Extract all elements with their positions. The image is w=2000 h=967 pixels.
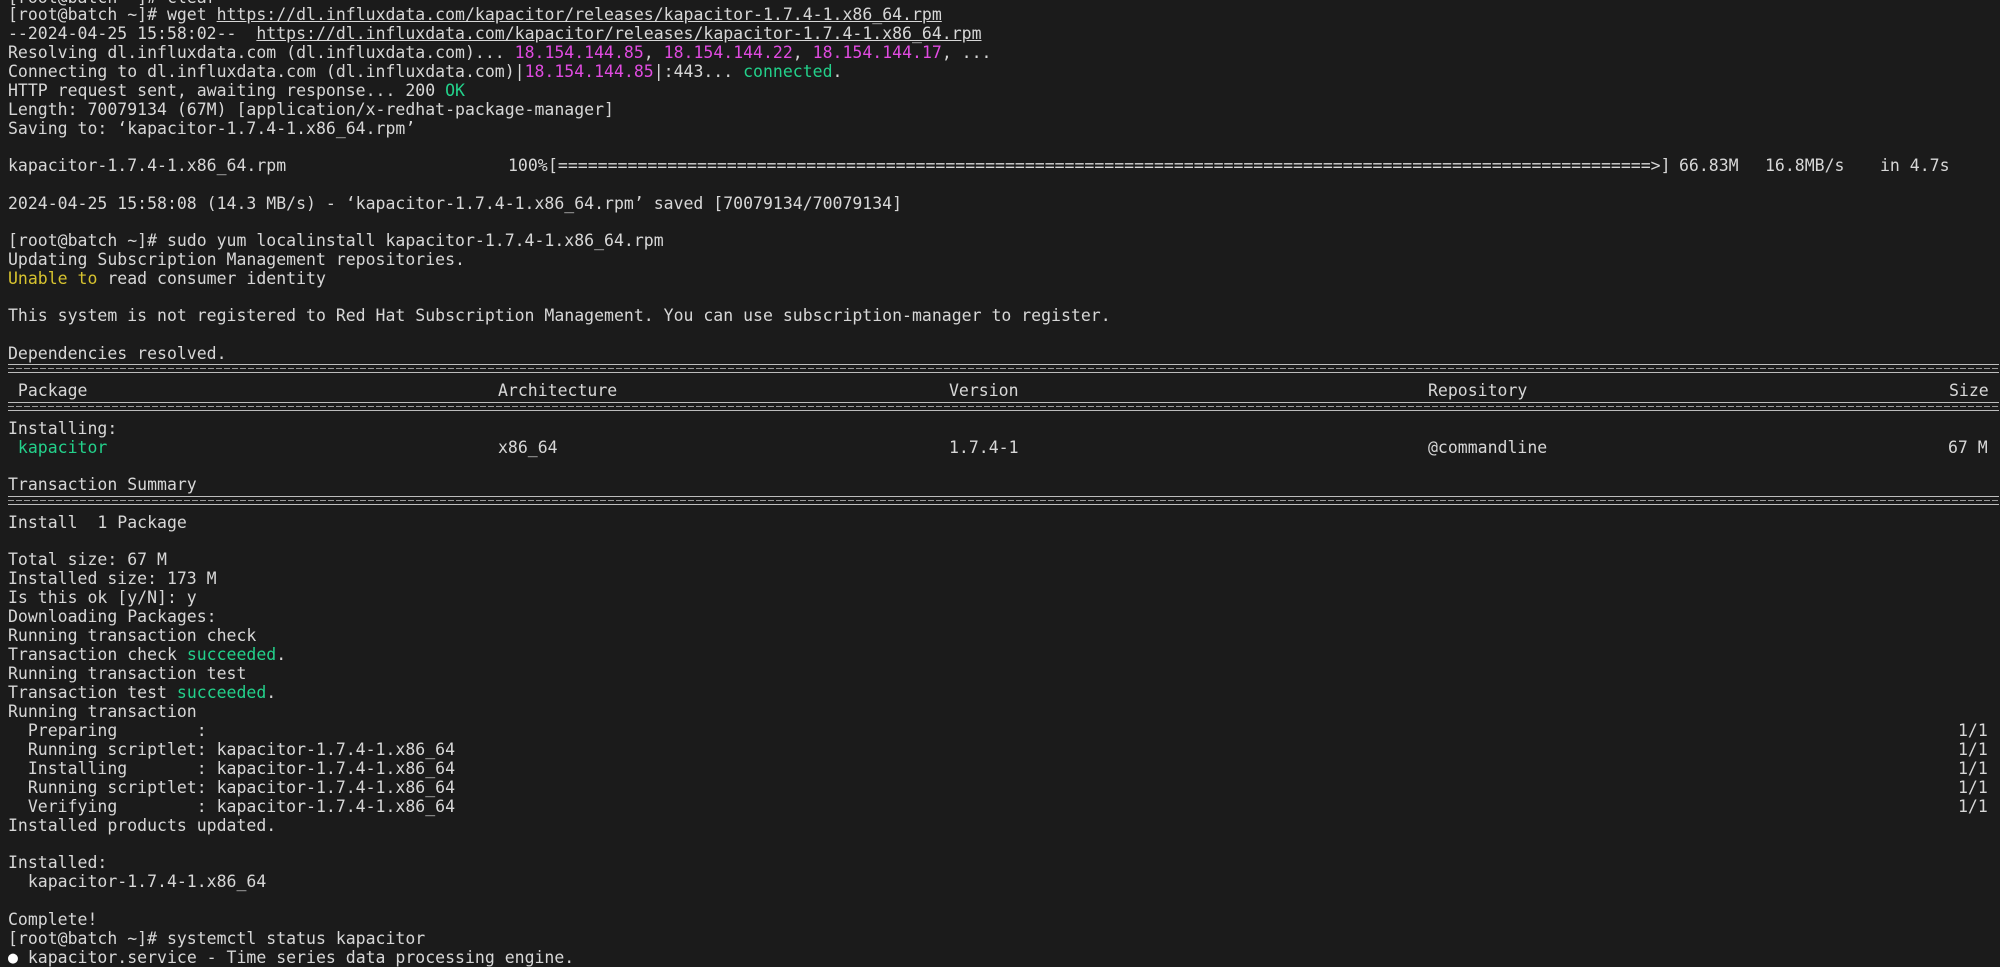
period: . — [276, 645, 287, 664]
unable-rest-text: read consumer identity — [97, 269, 326, 288]
resolving-text: Resolving dl.influxdata.com (dl.influxda… — [8, 43, 515, 62]
check-text: Transaction check — [8, 645, 187, 664]
resolving-line: Resolving dl.influxdata.com (dl.influxda… — [8, 43, 991, 62]
download-url-link[interactable]: https://dl.influxdata.com/kapacitor/rele… — [256, 24, 981, 43]
header-size: Size — [1949, 381, 1989, 400]
installed-package-line: kapacitor-1.7.4-1.x86_64 — [8, 872, 267, 891]
updating-line: Updating Subscription Management reposit… — [8, 250, 465, 269]
step-line: Running scriptlet: kapacitor-1.7.4-1.x86… — [8, 778, 456, 797]
total-size-line: Total size: 67 M — [8, 550, 167, 569]
saving-line: Saving to: ‘kapacitor-1.7.4-1.x86_64.rpm… — [8, 119, 416, 138]
running-check-line: Running transaction check — [8, 626, 257, 645]
products-updated-line: Installed products updated. — [8, 816, 277, 835]
package-arch-cell: x86_64 — [498, 438, 558, 457]
step-line: Preparing : — [8, 721, 207, 740]
unable-line: Unable to read consumer identity — [8, 269, 326, 288]
step-count: 1/1 — [1958, 721, 1988, 740]
progress-percent: 100% — [508, 156, 548, 175]
separator-rule — [8, 496, 1999, 505]
service-status-line: ● kapacitor.service - Time series data p… — [8, 948, 574, 967]
separator: , — [792, 43, 813, 62]
dependencies-line: Dependencies resolved. — [8, 344, 227, 363]
progress-size: 66.83M — [1679, 156, 1739, 175]
install-count-line: Install 1 Package — [8, 513, 187, 532]
package-repo-cell: @commandline — [1428, 438, 1548, 457]
test-succeeded-line: Transaction test succeeded. — [8, 683, 276, 702]
succeeded-status: succeeded — [176, 683, 267, 702]
step-count: 1/1 — [1958, 778, 1988, 797]
terminal-window[interactable]: [root@batch ~]# clear [root@batch ~]# wg… — [0, 0, 2000, 967]
header-repository: Repository — [1428, 381, 1528, 400]
step-count: 1/1 — [1958, 759, 1988, 778]
transaction-summary-heading: Transaction Summary — [8, 475, 197, 494]
ellipsis: , ... — [941, 43, 992, 62]
header-version: Version — [949, 381, 1019, 400]
step-line: Verifying : kapacitor-1.7.4-1.x86_64 — [8, 797, 456, 816]
service-description: kapacitor.service - Time series data pro… — [17, 948, 575, 967]
timestamp: --2024-04-25 15:58:02-- — [8, 24, 257, 43]
progress-bar: [=======================================… — [548, 156, 1671, 175]
header-architecture: Architecture — [498, 381, 618, 400]
step-line: Running scriptlet: kapacitor-1.7.4-1.x86… — [8, 740, 456, 759]
separator-rule — [8, 402, 1999, 411]
wget-timestamp-line: --2024-04-25 15:58:02-- https://dl.influ… — [8, 24, 982, 43]
ip-address: 18.154.144.85 — [524, 62, 654, 81]
step-line: Installing : kapacitor-1.7.4-1.x86_64 — [8, 759, 456, 778]
running-test-line: Running transaction test — [8, 664, 247, 683]
http-text: HTTP request sent, awaiting response... … — [8, 81, 446, 100]
installing-label: Installing: — [8, 419, 118, 438]
step-count: 1/1 — [1958, 740, 1988, 759]
test-text: Transaction test — [8, 683, 177, 702]
progress-time: in 4.7s — [1880, 156, 1950, 175]
ip-address: 18.154.144.17 — [812, 43, 942, 62]
length-line: Length: 70079134 (67M) [application/x-re… — [8, 100, 614, 119]
wget-url-link[interactable]: https://dl.influxdata.com/kapacitor/rele… — [217, 5, 942, 24]
running-transaction-line: Running transaction — [8, 702, 197, 721]
package-name-cell: kapacitor — [8, 438, 108, 457]
package-size-cell: 67 M — [1948, 438, 1988, 457]
complete-line: Complete! — [8, 910, 98, 929]
port-text: |:443... — [653, 62, 744, 81]
succeeded-status: succeeded — [186, 645, 277, 664]
warning-text: Unable to — [8, 269, 98, 288]
shell-prompt: [root@batch ~]# wget — [8, 5, 217, 24]
header-package: Package — [8, 381, 88, 400]
saved-line: 2024-04-25 15:58:08 (14.3 MB/s) - ‘kapac… — [8, 194, 903, 213]
period: . — [266, 683, 277, 702]
ip-address: 18.154.144.22 — [663, 43, 793, 62]
installed-label: Installed: — [8, 853, 108, 872]
connecting-line: Connecting to dl.influxdata.com (dl.infl… — [8, 62, 842, 81]
http-line: HTTP request sent, awaiting response... … — [8, 81, 465, 100]
connected-status: connected — [743, 62, 833, 81]
separator: , — [643, 43, 664, 62]
connecting-text: Connecting to dl.influxdata.com (dl.infl… — [8, 62, 525, 81]
http-ok-status: OK — [445, 81, 465, 100]
not-registered-line: This system is not registered to Red Hat… — [8, 306, 1111, 325]
ip-address: 18.154.144.85 — [514, 43, 644, 62]
downloading-line: Downloading Packages: — [8, 607, 217, 626]
progress-filename: kapacitor-1.7.4-1.x86_64.rpm — [8, 156, 287, 175]
systemctl-command-line: [root@batch ~]# systemctl status kapacit… — [8, 929, 426, 948]
step-count: 1/1 — [1958, 797, 1988, 816]
confirm-line: Is this ok [y/N]: y — [8, 588, 197, 607]
status-dot-icon: ● — [8, 948, 18, 967]
separator-rule — [8, 364, 1999, 373]
wget-command-line: [root@batch ~]# wget https://dl.influxda… — [8, 5, 942, 24]
yum-command-line: [root@batch ~]# sudo yum localinstall ka… — [8, 231, 664, 250]
check-succeeded-line: Transaction check succeeded. — [8, 645, 286, 664]
period: . — [832, 62, 843, 81]
installed-size-line: Installed size: 173 M — [8, 569, 217, 588]
progress-speed: 16.8MB/s — [1765, 156, 1845, 175]
package-version-cell: 1.7.4-1 — [949, 438, 1019, 457]
